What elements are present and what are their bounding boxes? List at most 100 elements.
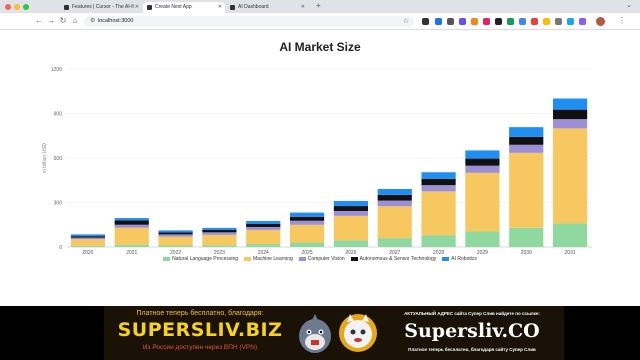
bar-segment bbox=[158, 232, 193, 235]
bar-segment bbox=[70, 236, 106, 238]
tab-features-cursor[interactable]: Features | Cursor - The AI-fi ✕ bbox=[60, 2, 142, 13]
bar-segment bbox=[289, 212, 325, 217]
banner-vpn-note: Из России доступен через ВПН (VPN) bbox=[142, 344, 258, 351]
bar-segment bbox=[70, 234, 106, 237]
bar-segment bbox=[246, 221, 281, 225]
site-info-icon[interactable]: ⚙ bbox=[90, 17, 95, 24]
extension-icon[interactable] bbox=[435, 18, 442, 25]
legend-item[interactable]: AI Robotics bbox=[442, 256, 477, 262]
legend-swatch bbox=[244, 257, 252, 261]
bar-segment bbox=[465, 172, 500, 232]
legend-label: Natural Language Processing bbox=[172, 256, 239, 262]
bar-segment bbox=[333, 210, 369, 216]
bar-segment bbox=[114, 220, 149, 225]
tab-label: AI Dashboard bbox=[238, 4, 269, 10]
close-window-button[interactable] bbox=[5, 4, 11, 10]
bookmark-star-icon[interactable]: ☆ bbox=[403, 16, 409, 27]
bar-segment bbox=[333, 206, 369, 211]
bar-segment bbox=[552, 223, 588, 247]
legend-swatch bbox=[298, 257, 306, 261]
banner-footer-note: Платное теперь бесплатно, благодаря сайт… bbox=[408, 347, 536, 352]
home-icon[interactable]: ⌂ bbox=[70, 16, 80, 26]
bar-segment bbox=[421, 191, 456, 236]
legend-swatch bbox=[163, 257, 171, 261]
bar-segment bbox=[377, 189, 412, 195]
extension-icon[interactable] bbox=[567, 18, 574, 25]
bar-segment bbox=[289, 224, 325, 243]
stacked-bar-chart: 03006009001200in billion USD2020 2021 2022… bbox=[42, 67, 592, 256]
tab-search-chevron-icon[interactable]: ⌄ bbox=[626, 1, 632, 9]
bar-segment bbox=[289, 242, 325, 247]
address-bar[interactable]: ⚙ localhost:3000 ☆ bbox=[84, 16, 414, 27]
bar-segment bbox=[158, 230, 193, 233]
tab-close-icon[interactable]: ✕ bbox=[301, 2, 305, 13]
metamask-icon[interactable] bbox=[471, 18, 478, 25]
extension-icon[interactable] bbox=[507, 18, 514, 25]
extension-icon[interactable] bbox=[483, 18, 490, 25]
bar-segment bbox=[552, 109, 588, 120]
tab-close-icon[interactable]: ✕ bbox=[218, 2, 222, 13]
bar-segment bbox=[246, 229, 281, 245]
url-text[interactable]: localhost:3000 bbox=[98, 16, 133, 27]
bar-segment bbox=[114, 218, 149, 221]
banner-right-panel: АКТУАЛЬНЫЙ АДРЕС сайта Супер Слив найдет… bbox=[380, 306, 564, 360]
legend-item[interactable]: Computer Vision bbox=[298, 256, 345, 262]
bar-segment bbox=[333, 215, 369, 241]
banner-left-panel: Платное теперь бесплатно, благодаря: SUP… bbox=[104, 306, 294, 360]
legend-item[interactable]: Autonomous & Sensor Technology bbox=[350, 256, 437, 262]
tab-label: Create Next App bbox=[155, 4, 192, 10]
tab-ai-dashboard[interactable]: AI Dashboard ✕ bbox=[226, 2, 308, 13]
bar-segment bbox=[552, 98, 588, 110]
extension-icon[interactable] bbox=[543, 18, 550, 25]
bar-segment bbox=[114, 224, 149, 228]
banner-address-note: АКТУАЛЬНЫЙ АДРЕС сайта Супер Слив найдет… bbox=[404, 311, 540, 316]
bar-segment bbox=[377, 206, 412, 239]
bar-segment bbox=[509, 127, 544, 137]
bar-segment bbox=[509, 227, 544, 247]
legend-item[interactable]: Natural Language Processing bbox=[163, 256, 238, 262]
bar-segment bbox=[158, 236, 193, 246]
tab-create-next-app[interactable]: Create Next App ✕ bbox=[143, 2, 225, 13]
legend-label: Autonomous & Sensor Technology bbox=[359, 256, 437, 262]
bar-segment bbox=[421, 235, 456, 247]
extension-icon[interactable] bbox=[422, 18, 429, 25]
avatar[interactable] bbox=[596, 17, 605, 26]
maximize-window-button[interactable] bbox=[23, 4, 29, 10]
back-icon[interactable]: ← bbox=[34, 16, 44, 26]
banner-brand-secondary: Supersliv.CO bbox=[404, 320, 540, 342]
extension-icon[interactable] bbox=[579, 18, 586, 25]
forward-icon[interactable]: → bbox=[46, 16, 56, 26]
bar-segment bbox=[246, 244, 281, 247]
shark-mascot-icon bbox=[299, 314, 331, 353]
y-tick-label: 0 bbox=[59, 245, 62, 251]
extension-icon[interactable] bbox=[531, 18, 538, 25]
minimize-window-button[interactable] bbox=[14, 4, 20, 10]
bar-segment bbox=[509, 144, 544, 153]
extension-icon[interactable] bbox=[495, 18, 502, 25]
cursor-favicon-icon bbox=[64, 5, 69, 10]
ad-banner[interactable]: Платное теперь бесплатно, благодаря: SUP… bbox=[104, 306, 564, 360]
bar-segment bbox=[465, 150, 500, 159]
y-tick-label: 600 bbox=[54, 156, 63, 162]
new-tab-icon[interactable]: + bbox=[316, 1, 321, 10]
bar-segment bbox=[289, 216, 325, 221]
bar-segment bbox=[289, 220, 325, 225]
kebab-menu-icon[interactable]: ⋮ bbox=[617, 16, 627, 26]
bar-segment bbox=[70, 237, 106, 240]
extension-icon[interactable] bbox=[519, 18, 526, 25]
bar-segment bbox=[377, 238, 412, 247]
bar-segment bbox=[465, 165, 500, 173]
tab-label: Features | Cursor - The AI-fi bbox=[72, 4, 134, 10]
extension-icon[interactable] bbox=[447, 18, 454, 25]
bar-segment bbox=[114, 227, 149, 245]
extension-icon[interactable] bbox=[459, 18, 466, 25]
y-axis-label: in billion USD bbox=[42, 143, 48, 173]
legend-item[interactable]: Machine Learning bbox=[244, 256, 293, 262]
bar-segment bbox=[70, 245, 106, 247]
bar-segment bbox=[509, 152, 544, 228]
extension-icon[interactable] bbox=[555, 18, 562, 25]
tab-close-icon[interactable]: ✕ bbox=[135, 2, 139, 13]
bar-segment bbox=[333, 201, 369, 207]
bar-segment bbox=[202, 229, 237, 233]
reload-icon[interactable]: ↻ bbox=[58, 16, 68, 26]
